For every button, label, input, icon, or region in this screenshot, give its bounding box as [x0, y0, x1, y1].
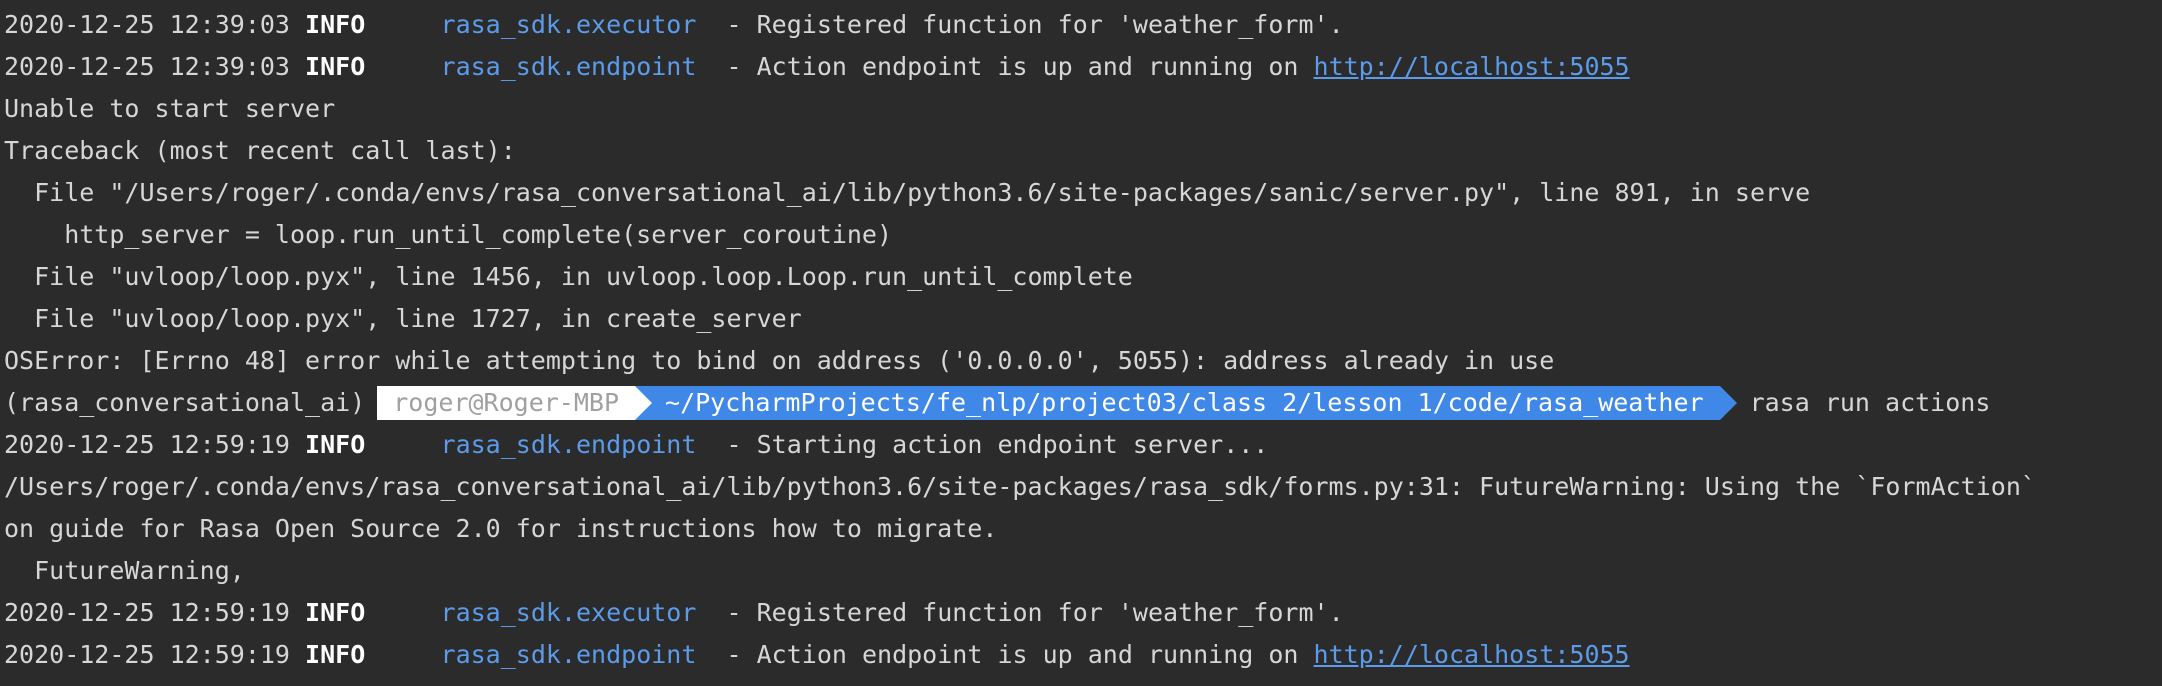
log-module: rasa_sdk.executor [440, 10, 697, 39]
log-line: 2020-12-25 12:59:19 INFO rasa_sdk.execut… [4, 592, 2162, 634]
traceback-line: File "uvloop/loop.pyx", line 1456, in uv… [4, 262, 1133, 291]
log-timestamp: 2020-12-25 12:59:19 [4, 640, 290, 669]
log-message: - Registered function for 'weather_form'… [726, 598, 1344, 627]
prompt-command: rasa run actions [1749, 388, 1991, 417]
log-line: 2020-12-25 12:59:19 INFO rasa_sdk.endpoi… [4, 634, 2162, 676]
prompt-env: (rasa_conversational_ai) [4, 388, 366, 417]
shell-prompt: (rasa_conversational_ai) roger@Roger-MBP ~… [4, 382, 2162, 424]
traceback-line: http_server = loop.run_until_complete(se… [4, 220, 893, 249]
terminal-output[interactable]: 2020-12-25 12:39:03 INFO rasa_sdk.execut… [0, 0, 2162, 686]
log-level: INFO [305, 640, 366, 669]
prompt-user-segment: roger@Roger-MBP [377, 386, 652, 420]
log-timestamp: 2020-12-25 12:59:19 [4, 598, 290, 627]
log-level: INFO [305, 598, 366, 627]
log-module: rasa_sdk.endpoint [440, 640, 697, 669]
log-message: - Action endpoint is up and running on [726, 52, 1314, 81]
warning-line: FutureWarning, [4, 556, 245, 585]
log-line: 2020-12-25 12:39:03 INFO rasa_sdk.endpoi… [4, 46, 2162, 88]
warning-line: /Users/roger/.conda/envs/rasa_conversati… [4, 472, 2036, 501]
log-timestamp: 2020-12-25 12:59:19 [4, 430, 290, 459]
log-timestamp: 2020-12-25 12:39:03 [4, 10, 290, 39]
traceback-line: File "/Users/roger/.conda/envs/rasa_conv… [4, 178, 1811, 207]
log-message: - Starting action endpoint server... [726, 430, 1269, 459]
error-line: Unable to start server [4, 94, 336, 123]
endpoint-link[interactable]: http://localhost:5055 [1314, 640, 1630, 669]
log-timestamp: 2020-12-25 12:39:03 [4, 52, 290, 81]
log-module: rasa_sdk.endpoint [440, 52, 697, 81]
log-line: 2020-12-25 12:59:19 INFO rasa_sdk.endpoi… [4, 424, 2162, 466]
traceback-header: Traceback (most recent call last): [4, 136, 516, 165]
log-message: - Registered function for 'weather_form'… [726, 10, 1344, 39]
prompt-path-segment: ~/PycharmProjects/fe_nlp/project03/class… [635, 386, 1737, 420]
log-level: INFO [305, 10, 366, 39]
log-line: 2020-12-25 12:39:03 INFO rasa_sdk.execut… [4, 4, 2162, 46]
log-level: INFO [305, 430, 366, 459]
log-level: INFO [305, 52, 366, 81]
log-module: rasa_sdk.executor [440, 598, 697, 627]
warning-line: on guide for Rasa Open Source 2.0 for in… [4, 514, 998, 543]
log-message: - Action endpoint is up and running on [726, 640, 1314, 669]
error-message: OSError: [Errno 48] error while attempti… [4, 346, 1555, 375]
log-module: rasa_sdk.endpoint [440, 430, 697, 459]
endpoint-link[interactable]: http://localhost:5055 [1314, 52, 1630, 81]
traceback-line: File "uvloop/loop.pyx", line 1727, in cr… [4, 304, 802, 333]
